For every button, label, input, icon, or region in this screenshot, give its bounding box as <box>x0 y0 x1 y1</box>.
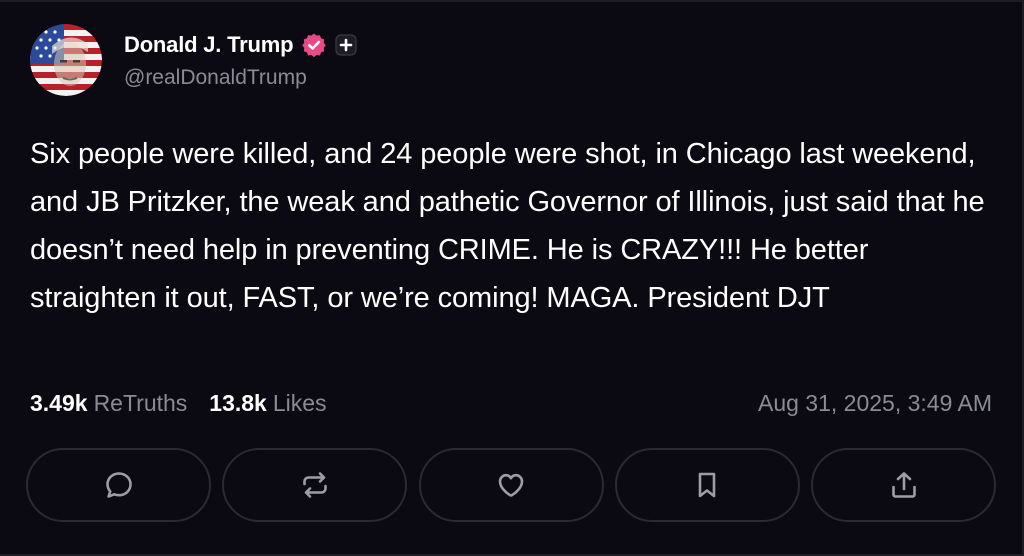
like-button[interactable] <box>418 448 604 522</box>
divider <box>0 0 1024 2</box>
bookmark-icon <box>698 472 716 498</box>
display-name[interactable]: Donald J. Trump <box>124 32 294 58</box>
post-timestamp[interactable]: Aug 31, 2025, 3:49 AM <box>758 390 992 417</box>
bookmark-button[interactable] <box>614 448 800 522</box>
share-icon <box>891 472 916 498</box>
heart-icon <box>498 473 524 497</box>
name-row: Donald J. Trump <box>124 30 357 60</box>
author-info: Donald J. Trump @realDonaldTrump <box>124 30 357 90</box>
action-bar <box>26 448 996 522</box>
verified-badge-icon <box>301 32 327 58</box>
post-text: Six people were killed, and 24 people we… <box>30 138 985 314</box>
post-card: Donald J. Trump @realDonaldTrump Six peo… <box>0 0 1024 556</box>
retruths-label[interactable]: ReTruths <box>94 390 188 417</box>
likes-label[interactable]: Likes <box>273 390 327 417</box>
retruth-button[interactable] <box>222 448 408 522</box>
handle[interactable]: @realDonaldTrump <box>124 66 357 90</box>
reply-button[interactable] <box>26 448 211 522</box>
likes-count[interactable]: 13.8k <box>209 390 267 417</box>
plus-badge-icon[interactable] <box>335 34 357 56</box>
repost-icon <box>302 472 327 498</box>
avatar[interactable] <box>30 24 102 96</box>
avatar-image <box>30 24 102 96</box>
post-stats: 3.49k ReTruths 13.8k Likes Aug 31, 2025,… <box>30 386 992 420</box>
post-header: Donald J. Trump @realDonaldTrump <box>30 24 357 96</box>
retruths-count[interactable]: 3.49k <box>30 390 88 417</box>
comment-icon <box>105 472 132 498</box>
share-button[interactable] <box>811 448 996 522</box>
